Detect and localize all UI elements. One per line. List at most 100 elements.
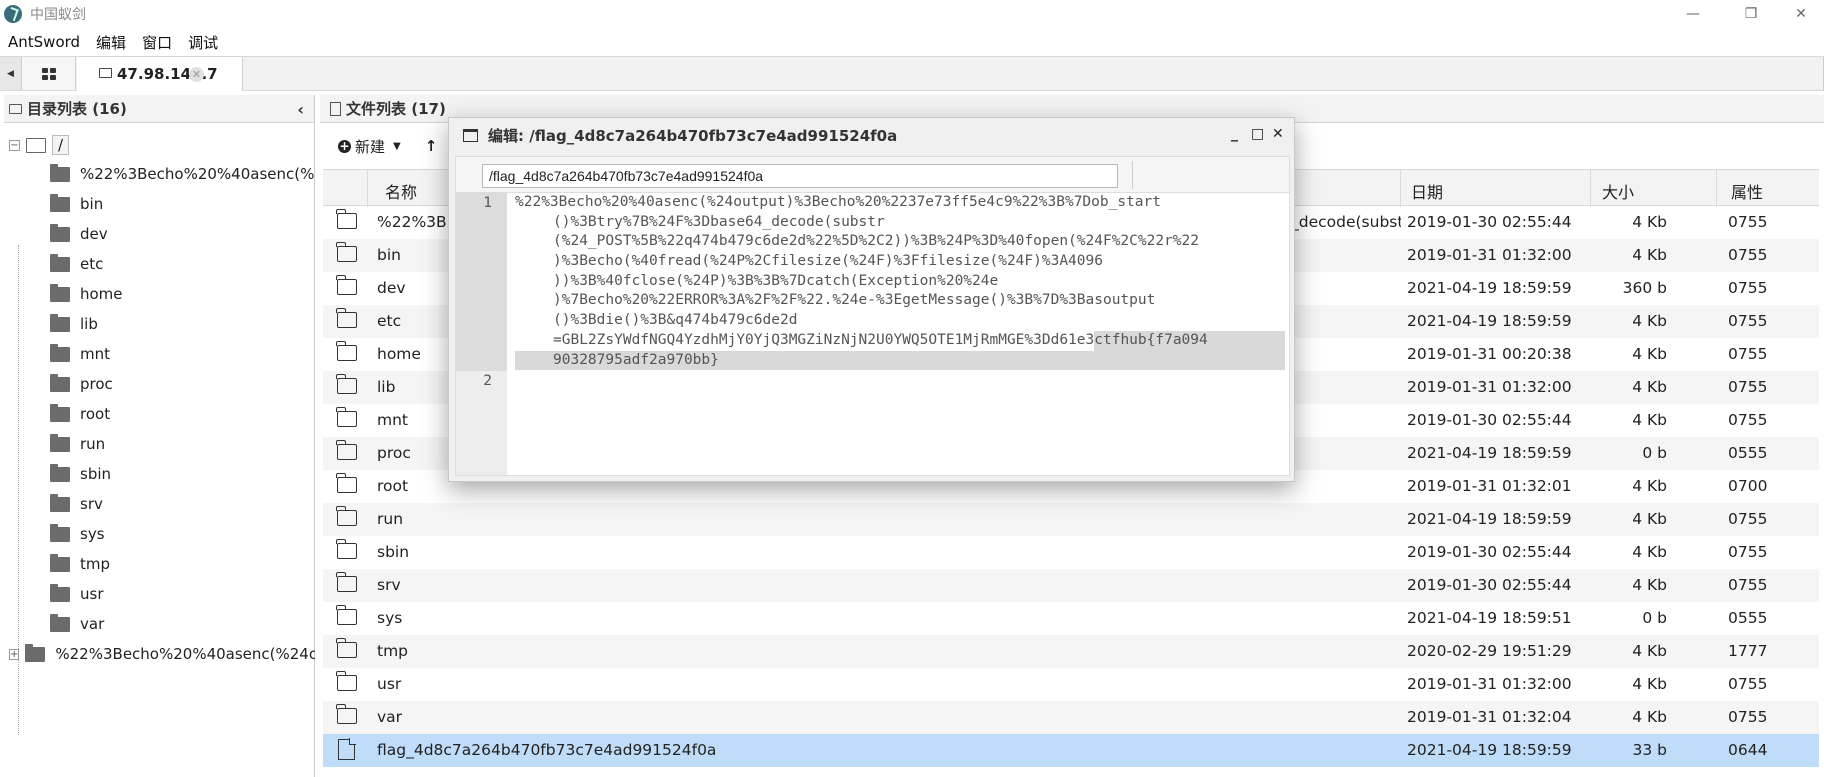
menu-window[interactable]: 窗口	[134, 32, 180, 53]
row-date: 2021-04-19 18:59:59	[1407, 279, 1572, 297]
folder-icon	[336, 704, 357, 724]
tree-item-label: %22%3Becho%20%40asenc(%	[80, 165, 315, 183]
tree-item-label: home	[80, 285, 123, 303]
column-size[interactable]: 大小	[1602, 179, 1634, 203]
row-date: 2021-04-19 18:59:59	[1407, 444, 1572, 462]
close-window-button[interactable]: ✕	[1778, 0, 1824, 28]
open-folder-icon	[26, 137, 46, 153]
tree-item[interactable]: lib	[4, 309, 315, 339]
directory-tree: − / %22%3Becho%20%40asenc(% bin dev etc …	[4, 131, 315, 669]
menu-edit[interactable]: 编辑	[88, 32, 134, 53]
table-row[interactable]: sys 2021-04-19 18:59:51 0 b 0555	[323, 602, 1819, 635]
code-segment: (%24_POST%5B%22q474b479c6de2d%22%5D%2C2)…	[553, 233, 1200, 250]
collapse-panel-icon[interactable]: ‹	[297, 100, 304, 119]
column-date[interactable]: 日期	[1411, 179, 1443, 203]
tab-home-grid[interactable]	[22, 57, 76, 90]
table-row[interactable]: usr 2019-01-31 01:32:00 4 Kb 0755	[323, 668, 1819, 701]
folder-icon	[50, 283, 70, 302]
tree-item[interactable]: var	[4, 609, 315, 639]
tab-close-icon[interactable]: ✕	[189, 67, 204, 82]
row-date: 2019-01-31 01:32:00	[1407, 246, 1572, 264]
folder-icon	[50, 373, 70, 392]
row-date: 2021-04-19 18:59:59	[1407, 510, 1572, 528]
code-segment: %22%3Becho%20%40asenc(%24output)%3Becho%…	[515, 194, 1162, 210]
row-size: 4 Kb	[1632, 312, 1667, 330]
row-date: 2019-01-31 01:32:00	[1407, 378, 1572, 396]
tree-root-secondary[interactable]: + %22%3Becho%20%40asenc(%24c	[4, 639, 315, 669]
code-editor[interactable]: 1 2 %22%3Becho%20%40asenc(%24output)%3Be…	[456, 193, 1289, 475]
tree-item[interactable]: bin	[4, 189, 315, 219]
tree-item[interactable]: srv	[4, 489, 315, 519]
table-row[interactable]: run 2021-04-19 18:59:59 4 Kb 0755	[323, 503, 1819, 536]
tree-item[interactable]: dev	[4, 219, 315, 249]
grid-icon	[41, 67, 56, 80]
tree-item[interactable]: root	[4, 399, 315, 429]
tree-item[interactable]: usr	[4, 579, 315, 609]
row-size: 4 Kb	[1632, 213, 1667, 231]
row-name: usr	[377, 675, 402, 693]
tree-item[interactable]: home	[4, 279, 315, 309]
tree-item[interactable]: sys	[4, 519, 315, 549]
folder-icon	[99, 68, 112, 78]
row-size: 4 Kb	[1632, 378, 1667, 396]
folder-icon	[50, 313, 70, 332]
row-size: 4 Kb	[1632, 345, 1667, 363]
table-row[interactable]: tmp 2020-02-29 19:51:29 4 Kb 1777	[323, 635, 1819, 668]
maximize-dialog-icon[interactable]: □	[1251, 126, 1264, 142]
tree-item[interactable]: proc	[4, 369, 315, 399]
tree-item[interactable]: %22%3Becho%20%40asenc(%	[4, 159, 315, 189]
up-directory-icon[interactable]: ↑	[425, 137, 438, 155]
tree-item-label: etc	[80, 255, 104, 273]
new-button[interactable]: + 新建 ▼	[338, 136, 401, 157]
minimize-button[interactable]: —	[1670, 0, 1716, 28]
row-date: 2019-01-30 02:55:44	[1407, 213, 1572, 231]
file-panel-title: 文件列表 (17)	[346, 100, 446, 118]
tree-item[interactable]: sbin	[4, 459, 315, 489]
tree-collapse-icon[interactable]: −	[9, 139, 20, 151]
table-row[interactable]: srv 2019-01-30 02:55:44 4 Kb 0755	[323, 569, 1819, 602]
row-date: 2021-04-19 18:59:59	[1407, 741, 1572, 759]
code-segment: )%3Becho(%40fread(%24P%2Cfilesize(%24F)%…	[553, 253, 1103, 270]
row-name: tmp	[377, 642, 409, 660]
close-dialog-icon[interactable]: ✕	[1272, 126, 1284, 142]
tree-item-label: dev	[80, 225, 108, 243]
row-name: sys	[377, 609, 403, 627]
row-perm: 0755	[1728, 378, 1768, 396]
tree-item[interactable]: etc	[4, 249, 315, 279]
folder-icon	[50, 253, 70, 272]
tree-item[interactable]: run	[4, 429, 315, 459]
folder-icon	[336, 671, 357, 691]
title-bar: 中国蚁剑 — ❐ ✕	[0, 0, 1824, 28]
minimize-dialog-icon[interactable]: _	[1231, 126, 1238, 142]
restore-button[interactable]: ❐	[1728, 0, 1774, 28]
menu-antsword[interactable]: AntSword	[0, 33, 88, 51]
row-perm: 0755	[1728, 543, 1768, 561]
tree-root-label[interactable]: /	[52, 135, 70, 155]
column-name[interactable]: 名称	[385, 179, 417, 203]
tree-expand-icon[interactable]: +	[9, 648, 20, 660]
folder-icon	[336, 407, 357, 427]
folder-icon	[336, 473, 357, 493]
row-perm: 0555	[1728, 444, 1768, 462]
file-path-input[interactable]: /flag_4d8c7a264b470fb73c7e4ad991524f0a	[482, 164, 1118, 188]
table-row-selected[interactable]: flag_4d8c7a264b470fb73c7e4ad991524f0a 202…	[323, 734, 1819, 767]
column-perm[interactable]: 属性	[1731, 179, 1763, 203]
menu-debug[interactable]: 调试	[180, 32, 226, 53]
row-name-overflow: _decode(substr	[1291, 213, 1401, 231]
row-perm: 0755	[1728, 279, 1768, 297]
editor-titlebar[interactable]: 编辑: /flag_4d8c7a264b470fb73c7e4ad991524f…	[449, 118, 1296, 152]
code-segment: =GBL2ZsYWdfNGQ4YzdhMjY0YjQ3MGZiNzNjN2U0Y…	[553, 331, 1095, 348]
window-icon	[463, 128, 478, 142]
tab-connection[interactable]: 47.98.148.7 ✕	[77, 57, 243, 91]
row-size: 0 b	[1642, 609, 1667, 627]
table-row[interactable]: var 2019-01-31 01:32:04 4 Kb 0755	[323, 701, 1819, 734]
folder-icon	[50, 433, 70, 452]
tree-root[interactable]: − /	[4, 131, 315, 159]
tab-scroll-left-button[interactable]: ◀	[0, 57, 22, 90]
caret-down-icon: ▼	[393, 140, 401, 152]
row-name: run	[377, 510, 404, 528]
table-row[interactable]: sbin 2019-01-30 02:55:44 4 Kb 0755	[323, 536, 1819, 569]
tree-item[interactable]: tmp	[4, 549, 315, 579]
line-number: 1	[483, 195, 492, 211]
tree-item[interactable]: mnt	[4, 339, 315, 369]
